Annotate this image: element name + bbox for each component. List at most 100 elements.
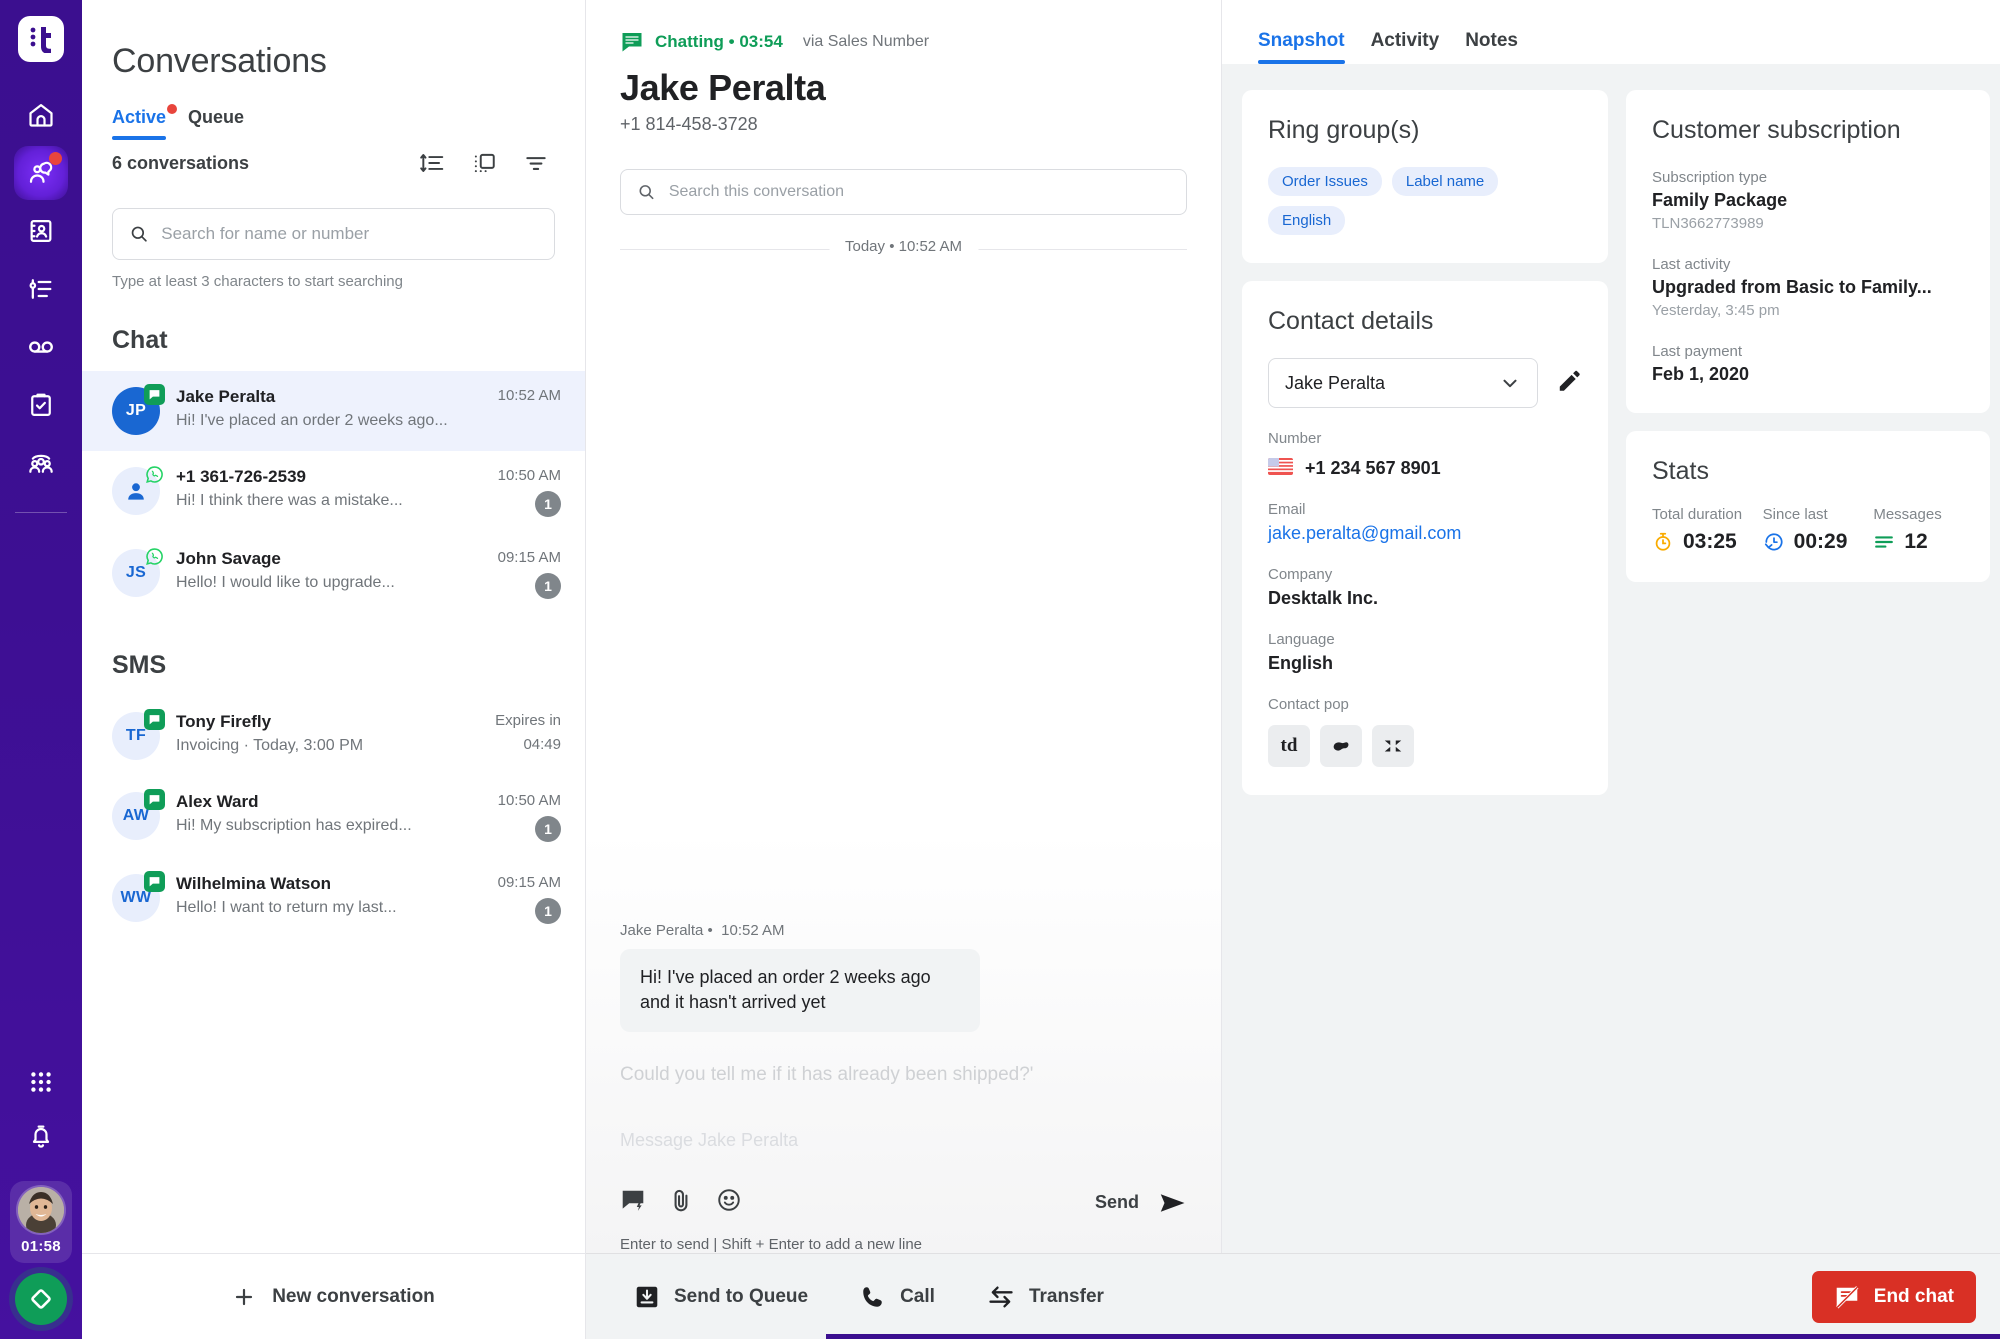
list-item[interactable]: JS John Savage Hello! I would like to up… bbox=[82, 533, 585, 615]
list-item-name: +1 361-726-2539 bbox=[176, 467, 306, 486]
tab-snapshot[interactable]: Snapshot bbox=[1258, 30, 1345, 64]
sidebar-item-tasks[interactable] bbox=[14, 378, 68, 432]
conversation-list[interactable]: Chat JP Jake Peralta Hi! I've placed an … bbox=[82, 290, 585, 1253]
attachment-icon[interactable] bbox=[668, 1187, 694, 1218]
canned-response-icon[interactable] bbox=[620, 1187, 646, 1218]
conversation-tabs: Active Queue bbox=[82, 81, 585, 140]
transfer-button[interactable]: Transfer bbox=[987, 1283, 1104, 1311]
list-item-meta: 09:15 AM 1 bbox=[475, 874, 561, 924]
session-timer: 01:58 bbox=[21, 1238, 61, 1255]
list-item[interactable]: AW Alex Ward Hi! My subscription has exp… bbox=[82, 776, 585, 858]
emoji-icon[interactable] bbox=[716, 1187, 742, 1218]
edit-contact-icon[interactable] bbox=[1556, 368, 1582, 399]
stat-since-last: Since last 00:29 bbox=[1763, 506, 1854, 554]
user-status-widget[interactable]: 01:58 bbox=[10, 1181, 72, 1263]
chat-search-box[interactable] bbox=[620, 169, 1187, 215]
sidebar-item-home[interactable] bbox=[14, 88, 68, 142]
list-item-time: 09:15 AM bbox=[497, 549, 561, 566]
contact-pop-label: Contact pop bbox=[1268, 696, 1349, 713]
stat-total-duration: Total duration 03:25 bbox=[1652, 506, 1743, 554]
sidebar-item-contacts[interactable] bbox=[14, 204, 68, 258]
list-item[interactable]: +1 361-726-2539 Hi! I think there was a … bbox=[82, 451, 585, 533]
avatar[interactable] bbox=[18, 1187, 64, 1233]
list-item-meta: 10:50 AM 1 bbox=[475, 467, 561, 517]
app-logo[interactable] bbox=[18, 16, 64, 62]
chip-english[interactable]: English bbox=[1268, 206, 1346, 235]
availability-status-button[interactable] bbox=[15, 1273, 67, 1325]
list-item[interactable]: TF Tony Firefly Invoicing · Today, 3:00 … bbox=[82, 696, 585, 776]
filter-icon[interactable] bbox=[523, 150, 549, 176]
chip-label-name[interactable]: Label name bbox=[1391, 167, 1499, 196]
sidebar-item-queues[interactable] bbox=[14, 262, 68, 316]
tab-activity[interactable]: Activity bbox=[1371, 30, 1440, 64]
list-item-main: Jake Peralta Hi! I've placed an order 2 … bbox=[176, 387, 459, 430]
last-activity-label: Last activity bbox=[1652, 256, 1731, 273]
composer-suggestion[interactable]: Could you tell me if it has already been… bbox=[620, 1046, 1187, 1086]
tab-notes[interactable]: Notes bbox=[1465, 30, 1518, 64]
list-item-expires-label: Expires in bbox=[495, 712, 561, 729]
composer-input[interactable]: Message Jake Peralta bbox=[620, 1086, 1187, 1151]
composer-icons bbox=[620, 1187, 742, 1218]
section-heading-sms: SMS bbox=[112, 651, 167, 679]
send-icon bbox=[1160, 1193, 1185, 1212]
contact-select-row: Jake Peralta bbox=[1268, 358, 1582, 408]
contact-field-company: Company Desktalk Inc. bbox=[1268, 566, 1582, 609]
messages-icon bbox=[1875, 536, 1894, 548]
conversations-panel: Conversations Active Queue 6 conversatio… bbox=[82, 0, 586, 1339]
send-to-queue-button[interactable]: Send to Queue bbox=[634, 1284, 808, 1310]
message-time: 10:52 AM bbox=[721, 921, 785, 939]
stat-total-duration-label: Total duration bbox=[1652, 506, 1743, 523]
sidebar-item-voicemail[interactable] bbox=[14, 320, 68, 374]
chip-order-issues[interactable]: Order Issues bbox=[1268, 167, 1382, 196]
avatar-wrap: JS bbox=[112, 548, 163, 597]
apps-grid-icon[interactable] bbox=[14, 1055, 68, 1109]
chevron-down-icon bbox=[1503, 379, 1517, 388]
unread-badge: 1 bbox=[535, 573, 561, 599]
rail-icon-list bbox=[0, 88, 82, 490]
tab-active[interactable]: Active bbox=[112, 104, 178, 140]
contact-field-language: Language English bbox=[1268, 631, 1582, 674]
list-item-time: 10:50 AM bbox=[497, 467, 561, 484]
contact-pop-td-icon[interactable]: td bbox=[1268, 725, 1310, 767]
phone-icon bbox=[863, 1286, 882, 1307]
call-button[interactable]: Call bbox=[860, 1284, 935, 1310]
avatar-wrap: TF bbox=[112, 709, 165, 760]
list-item-preview: Hi! I think there was a mistake... bbox=[176, 492, 403, 509]
right-panel-body: Ring group(s) Order Issues Label name En… bbox=[1222, 64, 2000, 1339]
layout-icon[interactable] bbox=[471, 150, 497, 176]
ring-groups-title: Ring group(s) bbox=[1268, 116, 1420, 144]
stat-messages: Messages 12 bbox=[1873, 506, 1964, 554]
avatar-wrap: WW bbox=[112, 871, 165, 922]
contact-pop-hubspot-icon[interactable] bbox=[1320, 725, 1362, 767]
contact-pop-zendesk-icon[interactable] bbox=[1372, 725, 1414, 767]
tab-queue[interactable]: Queue bbox=[188, 107, 244, 140]
search-input[interactable] bbox=[161, 224, 538, 244]
tab-notes-label: Notes bbox=[1465, 30, 1518, 51]
chat-status-via: via Sales Number bbox=[802, 33, 930, 50]
avatar-wrap: JP bbox=[112, 384, 165, 435]
stopwatch-icon bbox=[1655, 532, 1671, 551]
ring-groups-chips: Order Issues Label name English bbox=[1268, 167, 1582, 235]
stat-messages-value: 12 bbox=[1904, 530, 1928, 553]
sort-icon[interactable] bbox=[419, 150, 445, 176]
contact-field-email-value[interactable]: jake.peralta@gmail.com bbox=[1268, 523, 1582, 544]
list-item[interactable]: JP Jake Peralta Hi! I've placed an order… bbox=[82, 371, 585, 451]
conversation-toolbar bbox=[419, 150, 549, 176]
end-chat-button[interactable]: End chat bbox=[1811, 1270, 1976, 1323]
send-button[interactable]: Send bbox=[1095, 1188, 1187, 1218]
bell-icon[interactable] bbox=[14, 1109, 68, 1163]
new-conversation-button[interactable]: New conversation bbox=[82, 1253, 585, 1339]
avatar-wrap: AW bbox=[112, 789, 165, 840]
stats-title: Stats bbox=[1652, 457, 1709, 485]
page-title: Conversations bbox=[112, 42, 327, 80]
chat-search-input[interactable] bbox=[668, 183, 1170, 201]
list-item-time: 10:52 AM bbox=[497, 387, 561, 404]
contact-details-card: Contact details Jake Peralta Number +1 2… bbox=[1242, 281, 1608, 795]
send-to-queue-icon bbox=[636, 1286, 658, 1307]
last-payment-label: Last payment bbox=[1652, 343, 1743, 360]
sidebar-item-conversations[interactable] bbox=[14, 146, 68, 200]
contact-select[interactable]: Jake Peralta bbox=[1268, 358, 1538, 408]
search-box[interactable] bbox=[112, 208, 555, 260]
sidebar-item-teams[interactable] bbox=[14, 436, 68, 490]
list-item[interactable]: WW Wilhelmina Watson Hello! I want to re… bbox=[82, 858, 585, 940]
